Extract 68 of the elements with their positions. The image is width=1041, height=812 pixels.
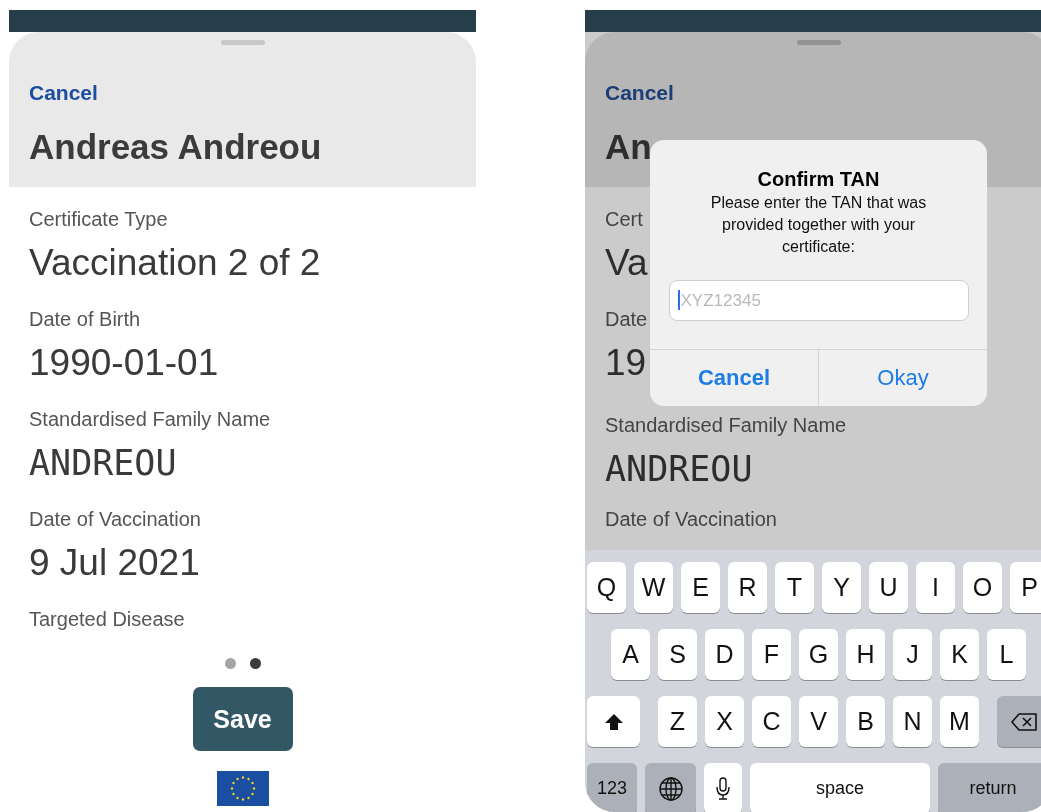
keyboard-key[interactable]: L xyxy=(987,629,1026,680)
keyboard-key[interactable]: A xyxy=(611,629,650,680)
field-label: Certificate Type xyxy=(29,207,168,232)
keyboard-key[interactable]: S xyxy=(658,629,697,680)
keyboard-key[interactable]: C xyxy=(752,696,791,747)
keyboard-key[interactable]: T xyxy=(775,562,814,613)
microphone-icon xyxy=(716,776,730,801)
save-button[interactable]: Save xyxy=(192,687,293,751)
keyboard-key[interactable]: O xyxy=(963,562,1002,613)
keyboard-key[interactable]: B xyxy=(846,696,885,747)
keyboard-key[interactable]: F xyxy=(752,629,791,680)
keyboard-key[interactable]: X xyxy=(705,696,744,747)
microphone-key[interactable] xyxy=(704,763,742,812)
globe-key[interactable] xyxy=(645,763,696,812)
keyboard-key[interactable]: Z xyxy=(658,696,697,747)
keyboard-key[interactable]: K xyxy=(940,629,979,680)
keyboard-key[interactable]: Q xyxy=(587,562,626,613)
space-key[interactable]: space xyxy=(750,763,930,812)
eu-flag-icon xyxy=(216,771,269,806)
shift-icon xyxy=(603,712,624,731)
keyboard-key[interactable]: N xyxy=(893,696,932,747)
field-value: ANDREOU xyxy=(29,442,177,485)
dialog-button[interactable]: Cancel xyxy=(650,350,818,406)
field-label: Date of Vaccination xyxy=(29,507,201,532)
keyboard-key[interactable]: E xyxy=(681,562,720,613)
backspace-icon xyxy=(1009,711,1038,732)
keyboard-key[interactable]: P xyxy=(1010,562,1041,613)
shift-key[interactable] xyxy=(587,696,640,747)
keyboard-key[interactable]: J xyxy=(893,629,932,680)
keyboard-key[interactable]: U xyxy=(869,562,908,613)
cancel-link[interactable]: Cancel xyxy=(605,80,674,106)
grabber-handle[interactable] xyxy=(220,40,265,45)
keyboard-key[interactable]: G xyxy=(799,629,838,680)
dialog-message: Please enter the TAN that was provided together with your certificate: xyxy=(709,193,928,257)
field-label: Date xyxy=(605,307,648,332)
keyboard-key[interactable]: V xyxy=(799,696,838,747)
field-value: Va xyxy=(605,241,648,285)
keyboard-key[interactable]: M xyxy=(940,696,979,747)
sheet-title: Andreas Andreou xyxy=(29,127,323,167)
grabber-handle[interactable] xyxy=(796,40,841,45)
return-key[interactable]: return xyxy=(938,763,1041,812)
keyboard-key[interactable]: R xyxy=(728,562,767,613)
sheet-title: An xyxy=(605,127,653,167)
field-value: ANDREOU xyxy=(605,448,753,491)
field-value: 9 Jul 2021 xyxy=(29,541,200,585)
numbers-key[interactable]: 123 xyxy=(587,763,637,812)
delete-key[interactable] xyxy=(997,696,1041,747)
tan-field[interactable]: XYZ12345 xyxy=(668,280,969,321)
field-label: Date of Vaccination xyxy=(605,507,777,532)
dialog-title: Confirm TAN xyxy=(757,167,880,192)
field-label: Date of Birth xyxy=(29,307,141,332)
field-label: Standardised Family Name xyxy=(605,413,847,438)
keyboard-key[interactable]: D xyxy=(705,629,744,680)
field-value: Vaccination 2 of 2 xyxy=(29,241,321,285)
field-value: 19 xyxy=(605,341,647,385)
cancel-link[interactable]: Cancel xyxy=(29,80,98,106)
field-value: 1990-01-01 xyxy=(29,341,219,385)
field-label: Targeted Disease xyxy=(29,607,185,632)
keyboard-key[interactable]: H xyxy=(846,629,885,680)
field-label: Cert xyxy=(605,207,643,232)
keyboard-key[interactable]: Y xyxy=(822,562,861,613)
page-dot[interactable] xyxy=(224,658,236,669)
field-label: Standardised Family Name xyxy=(29,407,271,432)
page-dot[interactable] xyxy=(249,658,261,669)
globe-icon xyxy=(657,775,684,802)
keyboard-key[interactable]: W xyxy=(634,562,673,613)
keyboard-key[interactable]: I xyxy=(916,562,955,613)
dialog-button[interactable]: Okay xyxy=(818,350,987,406)
